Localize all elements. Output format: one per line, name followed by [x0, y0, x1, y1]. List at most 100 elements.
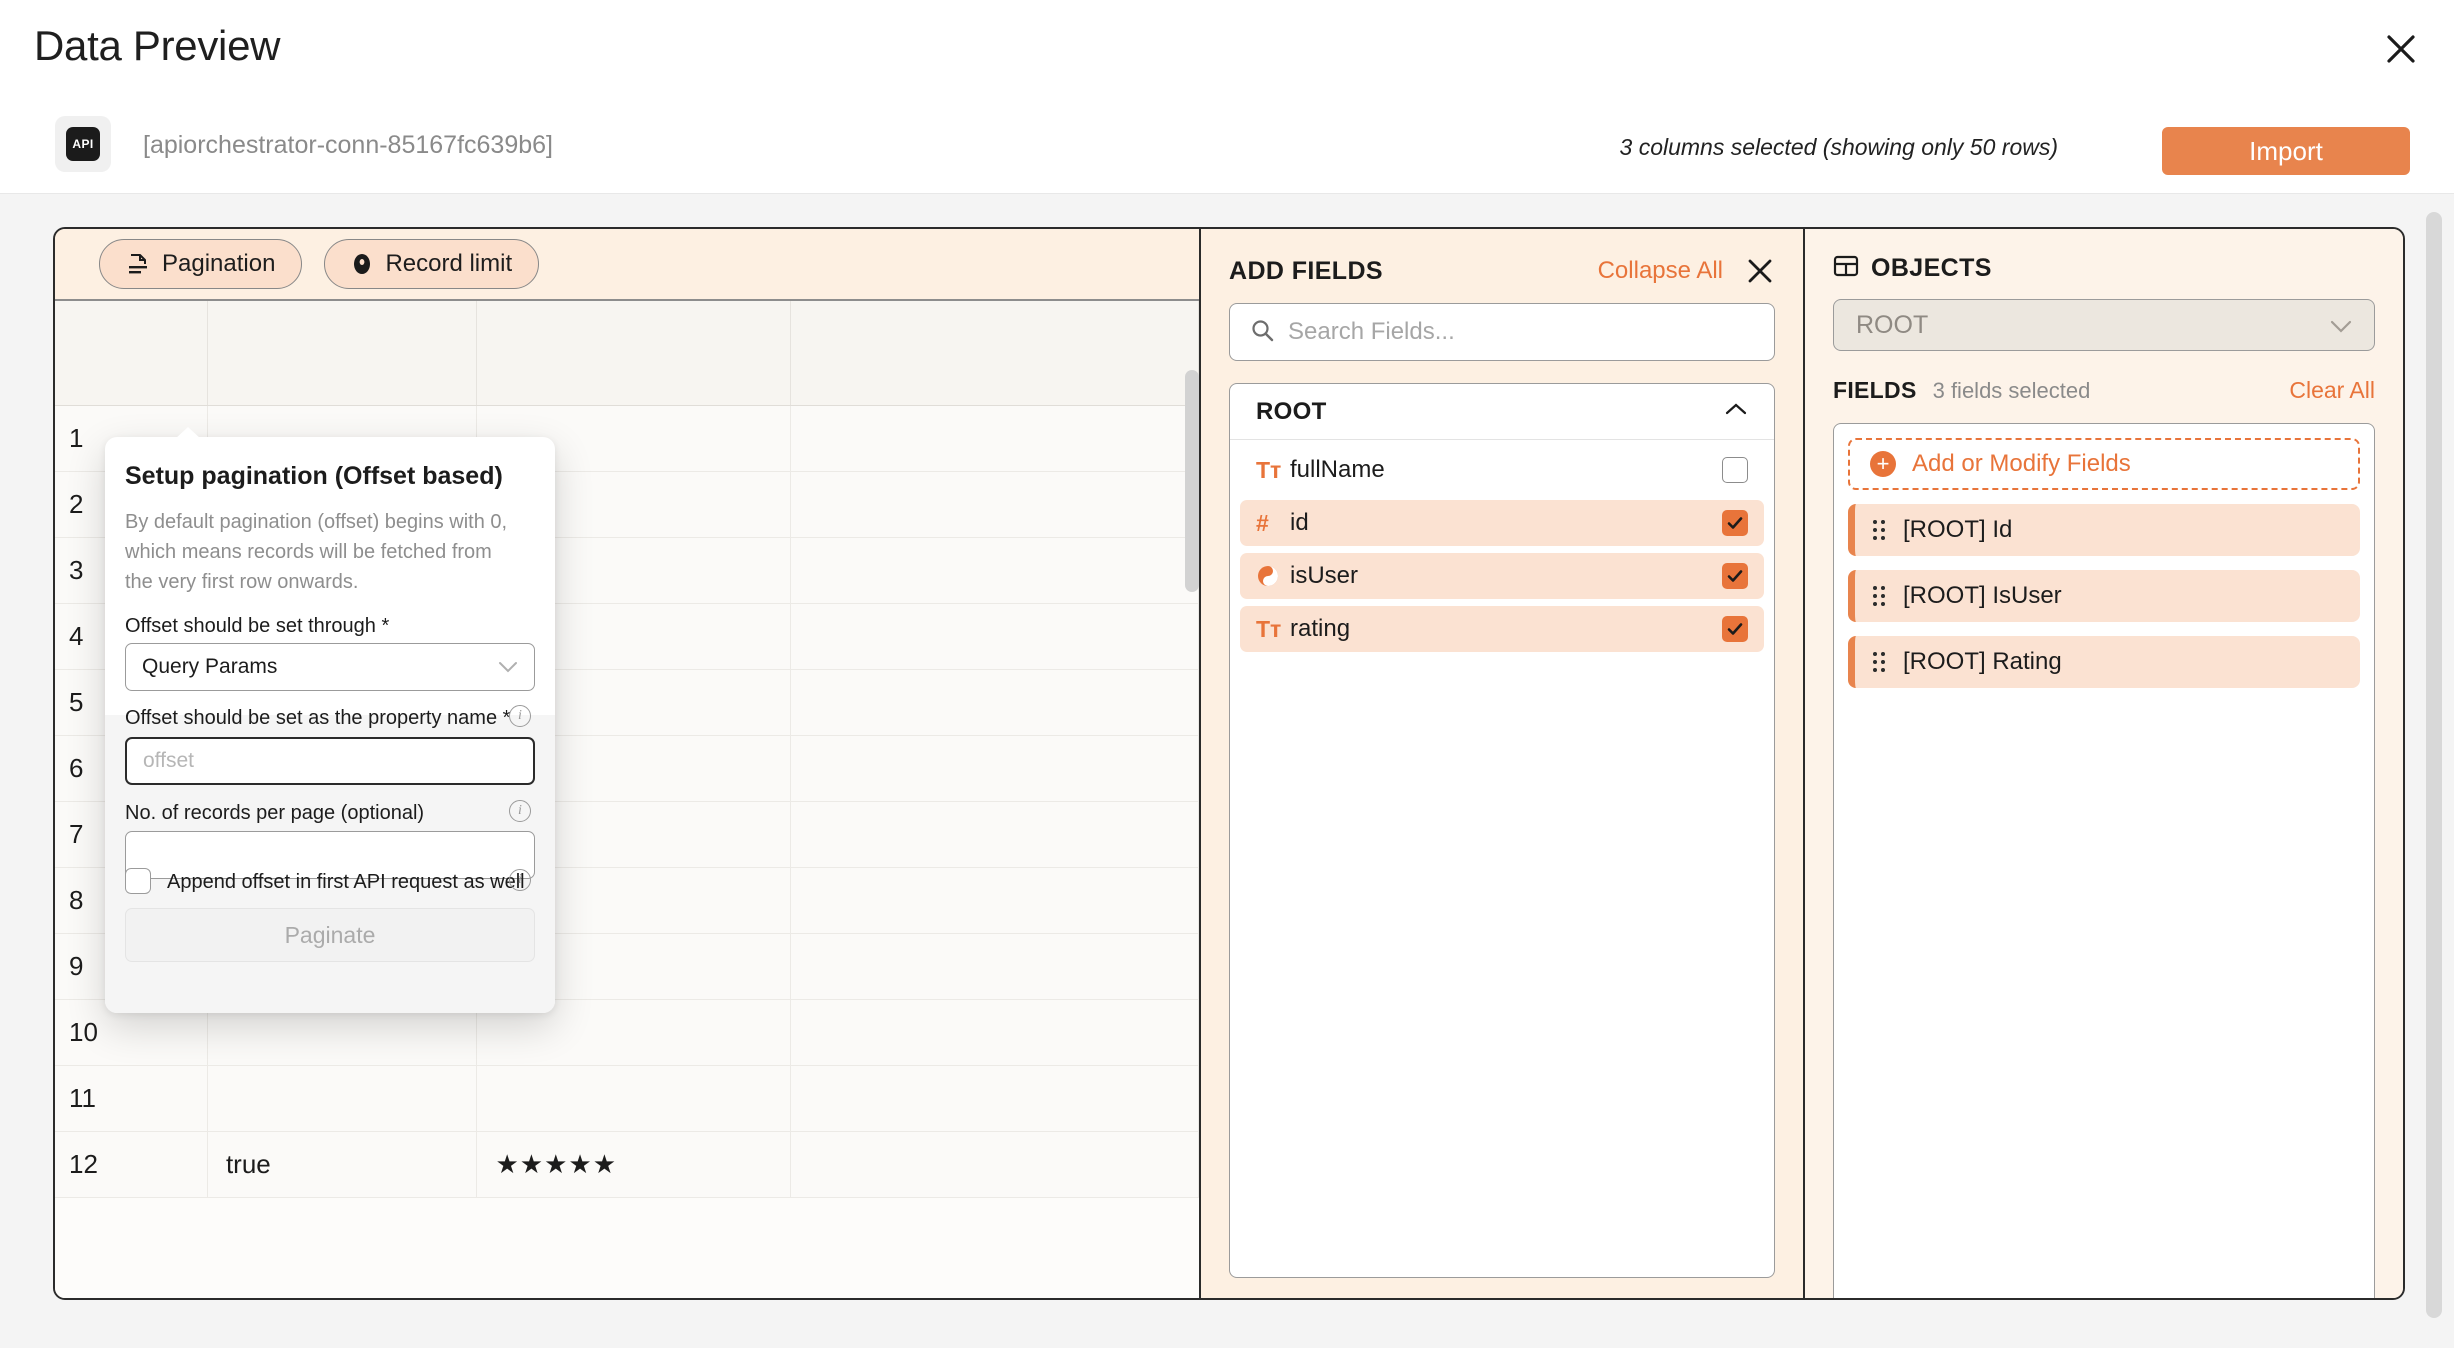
- clear-all-button[interactable]: Clear All: [2289, 377, 2375, 404]
- field-group-root[interactable]: ROOT: [1230, 384, 1774, 440]
- records-per-page-info-icon[interactable]: i: [509, 800, 531, 822]
- selected-fields-card: + Add or Modify Fields [ROOT] Id [ROOT] …: [1833, 423, 2375, 1298]
- field-checkbox[interactable]: [1722, 457, 1748, 483]
- import-button[interactable]: Import: [2162, 127, 2410, 175]
- cell-extra: [790, 471, 1199, 538]
- cell-rating: [476, 1065, 791, 1132]
- cell-extra: [790, 867, 1199, 934]
- columns-selected-note: 3 columns selected (showing only 50 rows…: [1619, 134, 2058, 160]
- popover-arrow: [175, 427, 201, 439]
- offset-through-select[interactable]: Query Params: [125, 643, 535, 691]
- sub-header: API [apiorchestrator-conn-85167fc639b6] …: [0, 105, 2454, 194]
- append-offset-checkbox[interactable]: [125, 868, 151, 894]
- add-fields-panel: ADD FIELDS Collapse All ROOT: [1201, 229, 1805, 1298]
- object-select-value: ROOT: [1856, 310, 1929, 339]
- add-or-modify-label: Add or Modify Fields: [1912, 450, 2131, 477]
- field-row-isuser[interactable]: isUser: [1240, 553, 1764, 599]
- record-limit-button-label: Record limit: [385, 250, 513, 277]
- row-index: 11: [55, 1065, 208, 1132]
- table-row[interactable]: 11: [55, 1065, 1199, 1132]
- table-row[interactable]: 12 true ★★★★★: [55, 1131, 1199, 1198]
- text-type-icon: Tт: [1256, 456, 1282, 483]
- chip-label: [ROOT] Rating: [1903, 648, 2062, 675]
- table-header-row: [55, 301, 1199, 406]
- close-add-fields-icon[interactable]: [1745, 256, 1775, 286]
- field-name: rating: [1290, 615, 1351, 642]
- col-header-rating: [476, 301, 791, 406]
- search-fields-box[interactable]: [1229, 303, 1775, 361]
- offset-through-label: Offset should be set through *: [125, 615, 390, 637]
- field-row-fullname[interactable]: Tт fullName: [1240, 447, 1764, 493]
- col-header-isuser: [207, 301, 478, 406]
- fields-selected-count: 3 fields selected: [1932, 378, 2091, 403]
- table-vertical-scrollbar[interactable]: [1185, 370, 1199, 592]
- cell-isuser: true: [207, 1131, 478, 1198]
- paginate-button[interactable]: Paginate: [125, 908, 535, 962]
- field-checkbox[interactable]: [1722, 616, 1748, 642]
- add-fields-header: ADD FIELDS Collapse All: [1229, 251, 1775, 291]
- record-limit-icon: [351, 253, 373, 275]
- field-name: id: [1290, 509, 1309, 536]
- row-index: 12: [55, 1131, 208, 1198]
- col-header-index: [55, 301, 208, 406]
- field-checkbox[interactable]: [1722, 563, 1748, 589]
- chip-label: [ROOT] IsUser: [1903, 582, 2062, 609]
- record-limit-button[interactable]: Record limit: [324, 239, 540, 289]
- search-fields-input[interactable]: [1288, 318, 1754, 346]
- pagination-popover: Setup pagination (Offset based) By defau…: [105, 437, 555, 1013]
- field-row-id[interactable]: # id: [1240, 500, 1764, 546]
- cell-isuser: [207, 1065, 478, 1132]
- page-vertical-scrollbar[interactable]: [2426, 212, 2442, 1318]
- close-icon[interactable]: [2378, 26, 2424, 72]
- pagination-icon: [126, 252, 150, 276]
- cell-extra: [790, 1131, 1199, 1198]
- cell-extra: [790, 933, 1199, 1000]
- table-grid-icon: [1833, 253, 1859, 284]
- cell-extra: [790, 537, 1199, 604]
- selected-field-chip-rating[interactable]: [ROOT] Rating: [1848, 636, 2360, 688]
- offset-through-value: Query Params: [142, 655, 278, 678]
- cell-extra: [790, 603, 1199, 670]
- records-per-page-label: No. of records per page (optional): [125, 802, 425, 824]
- data-preview-frame: Pagination Record limit 1 2 3 4 5 6 7 8 …: [53, 227, 2405, 1300]
- search-icon: [1250, 318, 1274, 347]
- drag-handle-icon[interactable]: [1873, 652, 1885, 672]
- fields-summary-header: FIELDS 3 fields selected Clear All: [1833, 377, 2375, 407]
- popover-title: Setup pagination (Offset based): [125, 462, 503, 490]
- fields-label: FIELDS: [1833, 377, 1917, 403]
- object-select[interactable]: ROOT: [1833, 299, 2375, 351]
- append-offset-label: Append offset in first API request as we…: [167, 871, 525, 893]
- append-offset-info-icon[interactable]: i: [509, 869, 531, 891]
- selected-field-chip-id[interactable]: [ROOT] Id: [1848, 504, 2360, 556]
- page-title: Data Preview: [34, 22, 281, 69]
- chevron-down-icon: [498, 655, 518, 679]
- objects-header: OBJECTS: [1833, 251, 2375, 285]
- property-name-label: Offset should be set as the property nam…: [125, 707, 511, 729]
- number-type-icon: #: [1256, 509, 1269, 536]
- cell-extra: [790, 669, 1199, 736]
- chevron-down-icon: [2330, 311, 2352, 340]
- pagination-button[interactable]: Pagination: [99, 239, 303, 289]
- pagination-button-label: Pagination: [162, 250, 276, 277]
- selected-field-chip-isuser[interactable]: [ROOT] IsUser: [1848, 570, 2360, 622]
- cell-rating: ★★★★★: [476, 1131, 791, 1198]
- cell-extra: [790, 801, 1199, 868]
- plus-icon: +: [1870, 451, 1896, 477]
- api-source-icon: API: [55, 116, 111, 172]
- field-checkbox[interactable]: [1722, 510, 1748, 536]
- cell-extra: [790, 1065, 1199, 1132]
- field-name: isUser: [1290, 562, 1359, 589]
- page-header: Data Preview: [0, 0, 2454, 105]
- drag-handle-icon[interactable]: [1873, 586, 1885, 606]
- add-or-modify-fields-button[interactable]: + Add or Modify Fields: [1848, 438, 2360, 490]
- api-badge-label: API: [66, 127, 100, 161]
- chip-label: [ROOT] Id: [1903, 516, 2013, 543]
- collapse-all-button[interactable]: Collapse All: [1598, 257, 1723, 285]
- chevron-up-icon: [1724, 402, 1748, 421]
- table-toolbar: Pagination Record limit: [55, 229, 1199, 301]
- property-name-input[interactable]: [125, 737, 535, 785]
- drag-handle-icon[interactable]: [1873, 520, 1885, 540]
- add-fields-title: ADD FIELDS: [1229, 256, 1383, 285]
- property-name-info-icon[interactable]: i: [509, 705, 531, 727]
- field-row-rating[interactable]: Tт rating: [1240, 606, 1764, 652]
